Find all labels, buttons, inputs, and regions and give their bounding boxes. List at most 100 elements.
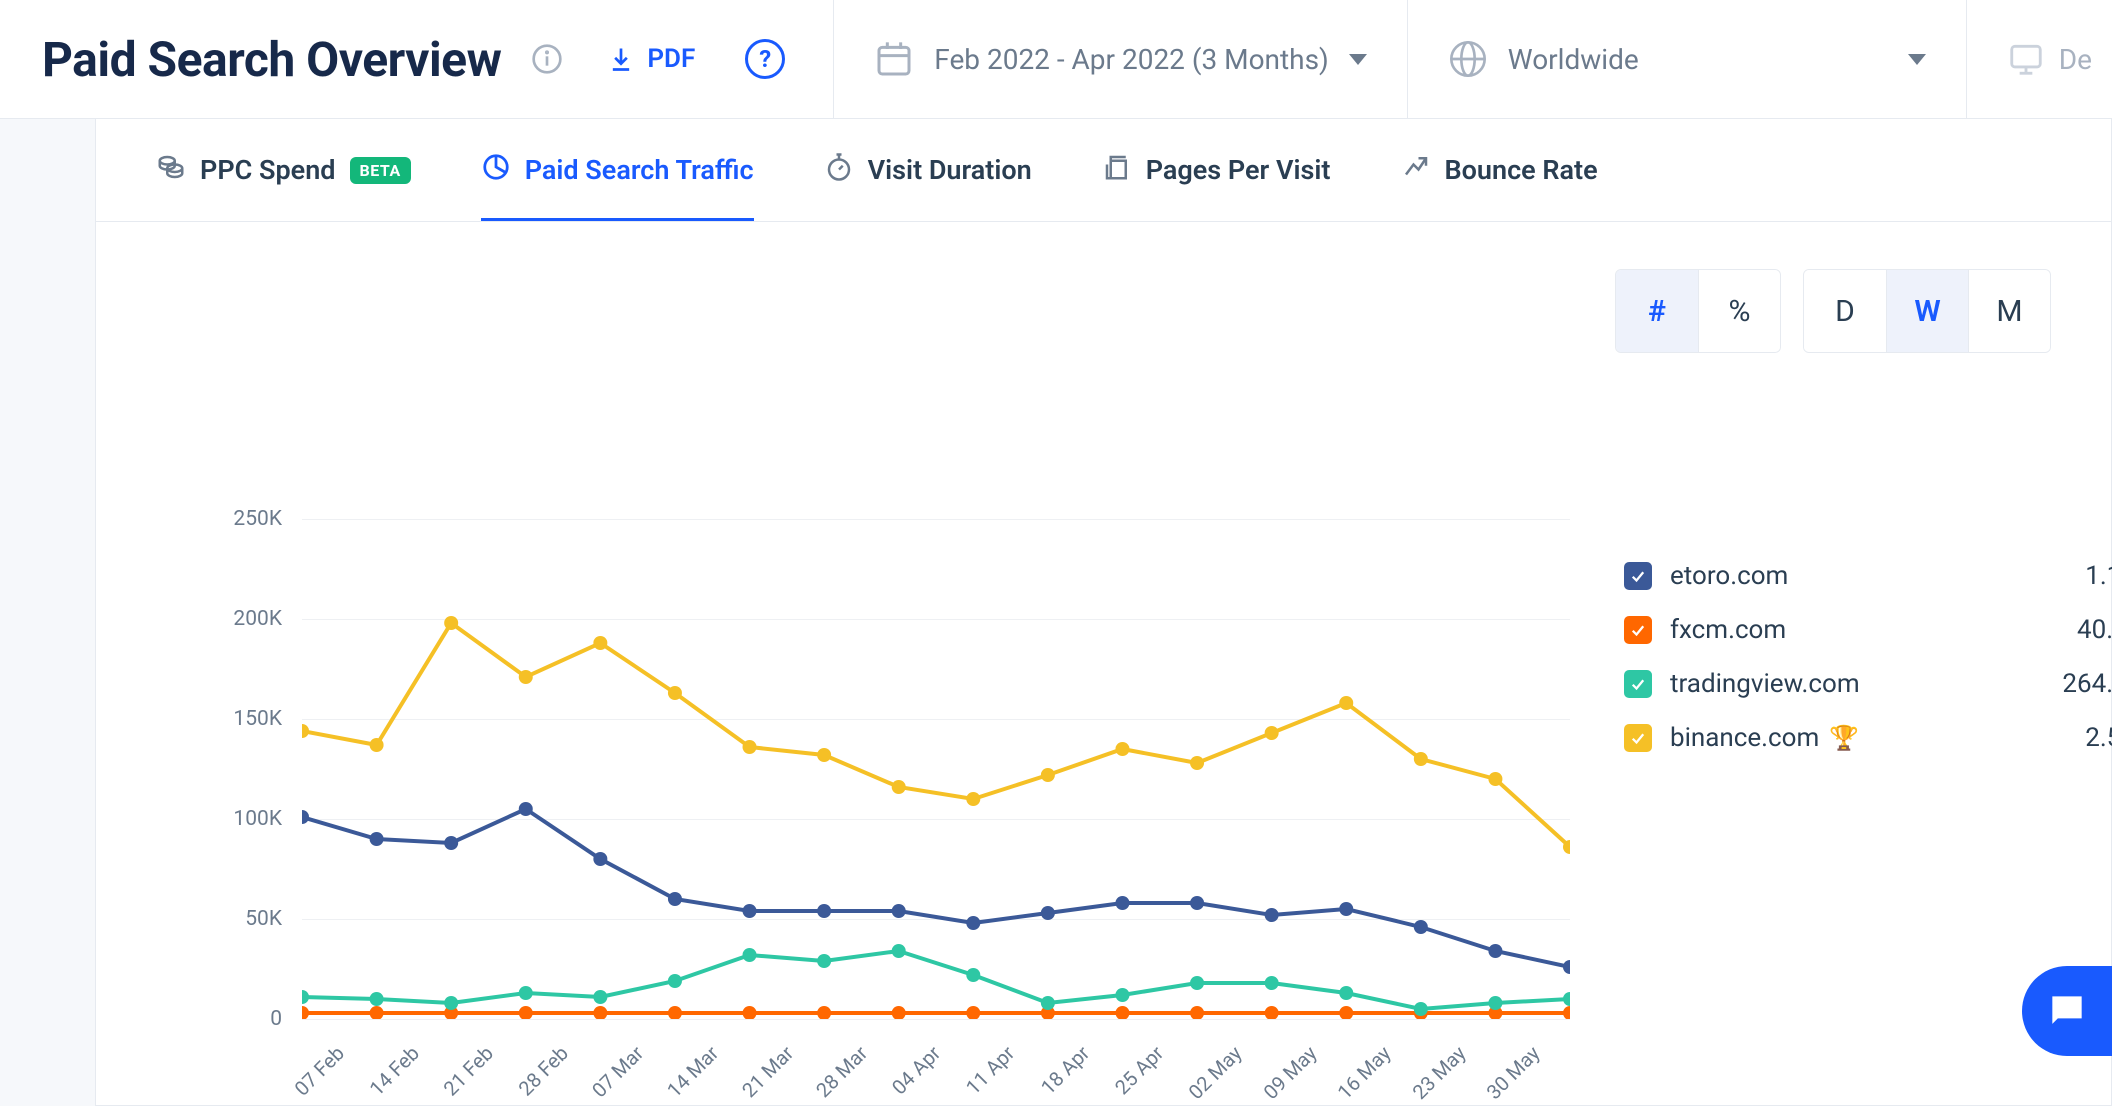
tab-pages-per-visit[interactable]: Pages Per Visit [1102, 119, 1331, 221]
tab-paid-search-traffic[interactable]: Paid Search Traffic [481, 119, 754, 221]
series-point-etoro.com[interactable] [668, 892, 682, 906]
series-point-tradingview.com[interactable] [743, 948, 757, 962]
series-point-etoro.com[interactable] [1265, 908, 1279, 922]
series-point-etoro.com[interactable] [1041, 906, 1055, 920]
y-axis: 050K100K150K200K250K [202, 519, 282, 1019]
series-point-etoro.com[interactable] [892, 904, 906, 918]
series-point-binance.com[interactable] [444, 616, 458, 630]
series-point-tradingview.com[interactable] [1115, 988, 1129, 1002]
series-point-fxcm.com[interactable] [668, 1006, 682, 1019]
series-point-etoro.com[interactable] [593, 852, 607, 866]
series-point-tradingview.com[interactable] [668, 974, 682, 988]
series-point-etoro.com[interactable] [1414, 920, 1428, 934]
series-point-binance.com[interactable] [370, 738, 384, 752]
chat-fab[interactable] [2022, 966, 2112, 1056]
tab-ppc-spend[interactable]: PPC SpendBETA [156, 119, 411, 221]
series-point-binance.com[interactable] [1414, 752, 1428, 766]
series-point-binance.com[interactable] [302, 724, 309, 738]
series-point-binance.com[interactable] [1339, 696, 1353, 710]
series-point-binance.com[interactable] [743, 740, 757, 754]
help-icon[interactable]: ? [745, 39, 785, 79]
export-pdf-button[interactable]: PDF [607, 44, 695, 74]
series-point-fxcm.com[interactable] [519, 1006, 533, 1019]
legend-item-fxcm-com[interactable]: fxcm.com40.2K [1624, 603, 2112, 657]
series-point-fxcm.com[interactable] [1339, 1006, 1353, 1019]
series-point-tradingview.com[interactable] [1563, 992, 1570, 1006]
series-point-tradingview.com[interactable] [1339, 986, 1353, 1000]
series-point-binance.com[interactable] [519, 670, 533, 684]
series-point-tradingview.com[interactable] [1190, 976, 1204, 990]
format-toggle-%[interactable]: % [1698, 270, 1780, 352]
series-point-etoro.com[interactable] [302, 810, 309, 824]
series-point-fxcm.com[interactable] [1265, 1006, 1279, 1019]
series-point-fxcm.com[interactable] [743, 1006, 757, 1019]
series-point-etoro.com[interactable] [966, 916, 980, 930]
legend-item-etoro-com[interactable]: etoro.com1.1M [1624, 549, 2112, 603]
series-point-tradingview.com[interactable] [302, 990, 309, 1004]
legend-checkbox[interactable] [1624, 724, 1652, 752]
series-point-etoro.com[interactable] [817, 904, 831, 918]
series-point-etoro.com[interactable] [1488, 944, 1502, 958]
series-point-tradingview.com[interactable] [593, 990, 607, 1004]
series-point-fxcm.com[interactable] [892, 1006, 906, 1019]
series-point-fxcm.com[interactable] [302, 1006, 309, 1019]
series-point-binance.com[interactable] [966, 792, 980, 806]
tab-bounce-rate[interactable]: Bounce Rate [1401, 119, 1598, 221]
date-range-select[interactable]: Feb 2022 - Apr 2022 (3 Months) [834, 39, 1407, 79]
series-point-tradingview.com[interactable] [1265, 976, 1279, 990]
series-point-binance.com[interactable] [817, 748, 831, 762]
tab-label: Bounce Rate [1445, 154, 1598, 186]
series-point-etoro.com[interactable] [1190, 896, 1204, 910]
device-select[interactable]: De [1967, 40, 2112, 78]
y-tick-label: 250K [202, 507, 282, 531]
granularity-toggle-d[interactable]: D [1804, 270, 1886, 352]
series-point-binance.com[interactable] [1488, 772, 1502, 786]
series-point-etoro.com[interactable] [519, 802, 533, 816]
series-point-fxcm.com[interactable] [593, 1006, 607, 1019]
legend-checkbox[interactable] [1624, 562, 1652, 590]
series-point-tradingview.com[interactable] [1041, 996, 1055, 1010]
legend-checkbox[interactable] [1624, 616, 1652, 644]
legend-checkbox[interactable] [1624, 670, 1652, 698]
granularity-toggle-w[interactable]: W [1886, 270, 1968, 352]
series-point-binance.com[interactable] [1265, 726, 1279, 740]
granularity-toggle-m[interactable]: M [1968, 270, 2050, 352]
series-point-etoro.com[interactable] [1563, 960, 1570, 974]
series-point-etoro.com[interactable] [1339, 902, 1353, 916]
series-point-tradingview.com[interactable] [444, 996, 458, 1010]
beta-badge: BETA [350, 157, 411, 184]
series-point-etoro.com[interactable] [743, 904, 757, 918]
series-point-fxcm.com[interactable] [1563, 1006, 1570, 1019]
series-point-etoro.com[interactable] [1115, 896, 1129, 910]
series-point-tradingview.com[interactable] [966, 968, 980, 982]
series-point-fxcm.com[interactable] [1115, 1006, 1129, 1019]
series-point-tradingview.com[interactable] [1488, 996, 1502, 1010]
series-point-tradingview.com[interactable] [1414, 1002, 1428, 1016]
series-point-fxcm.com[interactable] [370, 1006, 384, 1019]
series-point-binance.com[interactable] [593, 636, 607, 650]
series-point-binance.com[interactable] [668, 686, 682, 700]
legend-value: 40.2K [2077, 615, 2112, 645]
series-point-fxcm.com[interactable] [966, 1006, 980, 1019]
series-point-tradingview.com[interactable] [892, 944, 906, 958]
geo-select[interactable]: Worldwide [1408, 39, 1966, 79]
series-point-tradingview.com[interactable] [817, 954, 831, 968]
x-tick-label: 14 Feb [364, 1041, 423, 1100]
series-point-binance.com[interactable] [1115, 742, 1129, 756]
series-point-etoro.com[interactable] [370, 832, 384, 846]
tab-visit-duration[interactable]: Visit Duration [824, 119, 1032, 221]
series-point-binance.com[interactable] [1041, 768, 1055, 782]
legend-item-binance-com[interactable]: binance.com 🏆2.5M [1624, 711, 2112, 765]
series-point-binance.com[interactable] [892, 780, 906, 794]
series-line-tradingview.com [302, 951, 1570, 1009]
tab-label: Visit Duration [868, 154, 1032, 186]
info-icon[interactable] [529, 41, 565, 77]
series-point-etoro.com[interactable] [444, 836, 458, 850]
series-point-fxcm.com[interactable] [817, 1006, 831, 1019]
format-toggle-#[interactable]: # [1616, 270, 1698, 352]
series-point-tradingview.com[interactable] [370, 992, 384, 1006]
series-point-fxcm.com[interactable] [1190, 1006, 1204, 1019]
series-point-tradingview.com[interactable] [519, 986, 533, 1000]
series-point-binance.com[interactable] [1190, 756, 1204, 770]
legend-item-tradingview-com[interactable]: tradingview.com264.1K [1624, 657, 2112, 711]
